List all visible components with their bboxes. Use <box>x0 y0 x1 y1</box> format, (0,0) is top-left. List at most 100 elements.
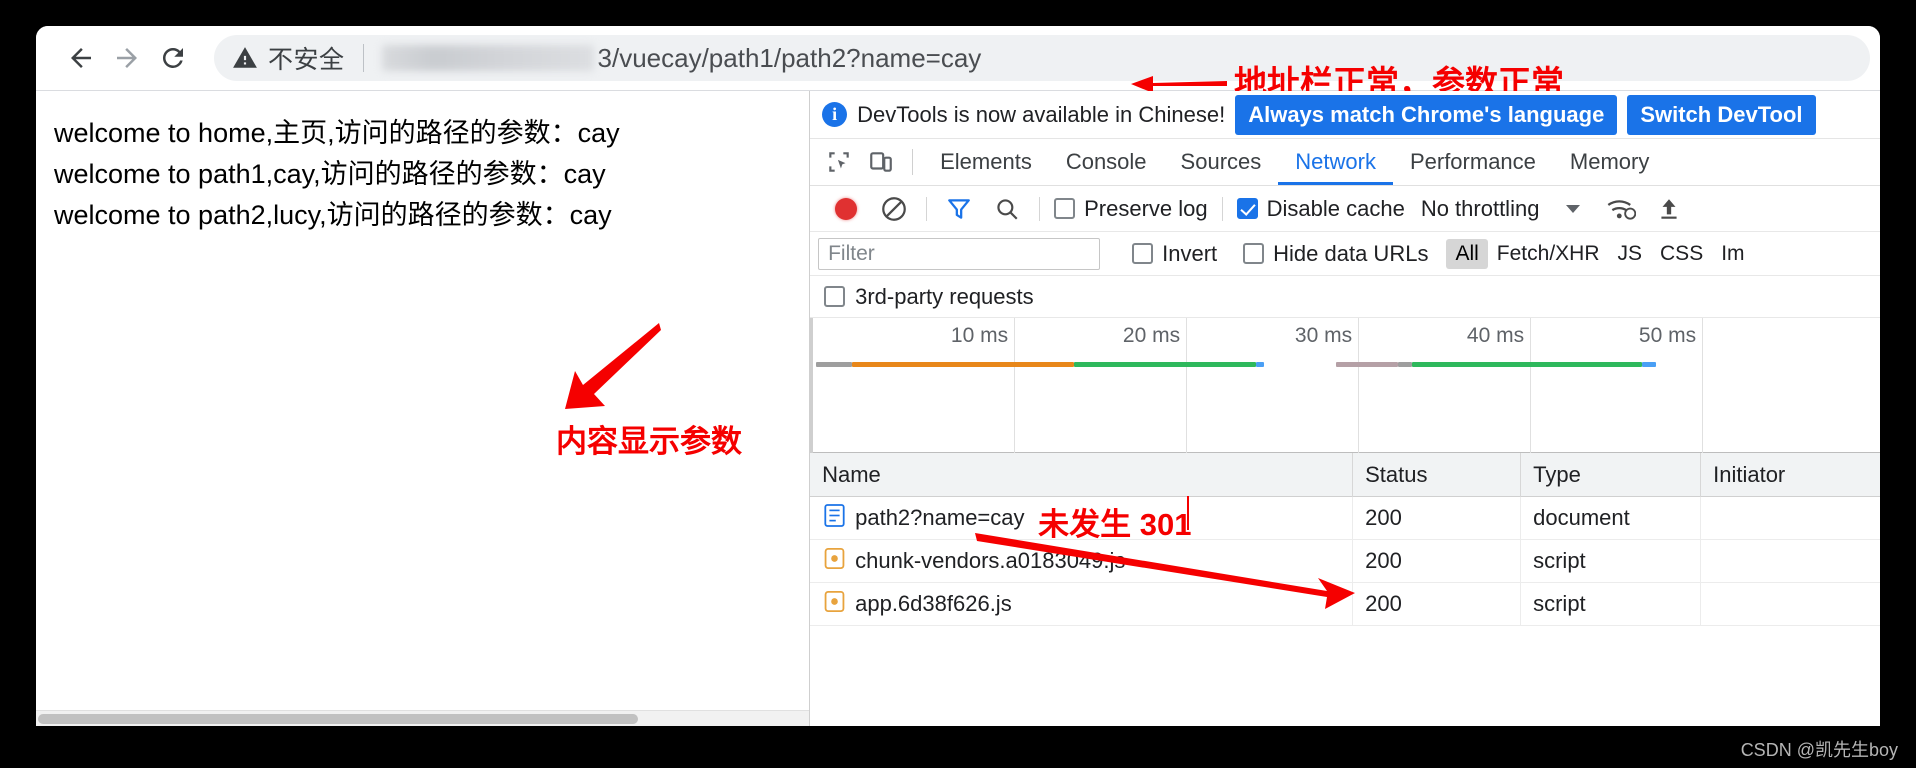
forward-arrow-icon <box>117 48 137 68</box>
timeline-bar-segment <box>816 362 853 367</box>
timeline-tick-10ms: 10 ms <box>810 318 1016 453</box>
script-icon <box>824 590 845 619</box>
reload-button[interactable] <box>150 35 196 81</box>
banner-message: DevTools is now available in Chinese! <box>857 101 1226 127</box>
inspect-element-button[interactable] <box>818 142 860 182</box>
page-text-line-2: welcome to path1,cay,访问的路径的参数：cay <box>54 159 606 189</box>
annotation-content-note: 内容显示参数 <box>556 424 742 459</box>
rendered-page: welcome to home,主页,访问的路径的参数：cay welcome … <box>36 91 811 726</box>
clear-network-log-button[interactable] <box>870 186 918 232</box>
omnibox-divider <box>362 44 364 72</box>
column-header-status[interactable]: Status <box>1353 452 1522 497</box>
hide-data-urls-box <box>1243 243 1265 264</box>
preserve-log-box <box>1054 198 1076 219</box>
filter-type-js[interactable]: JS <box>1609 239 1652 269</box>
request-type-cell: script <box>1521 582 1702 626</box>
address-bar[interactable]: 不安全 3/vuecay/path1/path2?name=cay <box>214 35 1870 81</box>
tab-sources[interactable]: Sources <box>1164 139 1279 185</box>
column-header-type[interactable]: Type <box>1521 452 1702 497</box>
tabbar-divider <box>912 149 914 175</box>
devtools-tabbar: Elements Console Sources Network Perform… <box>810 139 1880 186</box>
filter-toggle-button[interactable] <box>935 186 983 232</box>
network-overview-timeline[interactable]: 10 ms 20 ms 30 ms 40 ms 50 ms <box>810 318 1880 453</box>
annotation-text-caret <box>1187 496 1190 530</box>
request-name-label: path2?name=cay <box>855 505 1025 530</box>
timeline-bar-segment <box>1398 362 1413 367</box>
filter-type-all[interactable]: All <box>1446 238 1488 269</box>
toolbar-divider-2 <box>1039 196 1041 221</box>
browser-content: welcome to home,主页,访问的路径的参数：cay welcome … <box>36 90 1880 726</box>
third-party-label: 3rd-party requests <box>855 283 1034 309</box>
import-har-icon <box>1661 198 1678 219</box>
timeline-bar-segment <box>1412 362 1643 367</box>
filter-type-img[interactable]: Im <box>1712 239 1753 269</box>
filter-type-fetch-xhr[interactable]: Fetch/XHR <box>1488 239 1609 269</box>
network-filter-row: Filter Invert Hide data URLs All Fetch/X… <box>810 232 1880 276</box>
url-display: 3/vuecay/path1/path2?name=cay <box>381 42 982 74</box>
url-path-text: 3/vuecay/path1/path2?name=cay <box>597 42 982 73</box>
screenshot-root: 不安全 3/vuecay/path1/path2?name=cay 地址栏正常，… <box>0 0 1916 768</box>
third-party-box <box>824 286 846 307</box>
chevron-down-icon <box>1566 204 1581 213</box>
forward-button[interactable] <box>104 35 150 81</box>
request-type-cell: document <box>1521 496 1702 540</box>
import-har-button[interactable] <box>1645 186 1693 232</box>
browser-toolbar: 不安全 3/vuecay/path1/path2?name=cay 地址栏正常，… <box>36 26 1880 101</box>
annotation-arrow-status <box>975 533 1356 609</box>
hide-data-urls-checkbox[interactable]: Hide data URLs <box>1237 241 1434 267</box>
hide-data-urls-label: Hide data URLs <box>1273 240 1429 266</box>
table-header-row: Name Status Type Initiator <box>810 452 1880 497</box>
third-party-requests-row[interactable]: 3rd-party requests <box>810 276 1880 318</box>
reload-icon <box>162 47 183 68</box>
column-header-name[interactable]: Name <box>810 452 1354 497</box>
annotation-arrow-content <box>565 323 661 409</box>
filter-type-css[interactable]: CSS <box>1651 239 1712 269</box>
page-text-line-3: welcome to path2,lucy,访问的路径的参数：cay <box>54 200 612 230</box>
tab-performance[interactable]: Performance <box>1393 139 1553 185</box>
timeline-bar-segment <box>1642 362 1657 367</box>
preserve-log-checkbox[interactable]: Preserve log <box>1048 196 1214 222</box>
back-button[interactable] <box>58 35 104 81</box>
back-arrow-icon <box>71 48 91 68</box>
browser-window: 不安全 3/vuecay/path1/path2?name=cay 地址栏正常，… <box>36 26 1880 726</box>
tab-memory[interactable]: Memory <box>1553 139 1666 185</box>
throttling-select[interactable]: No throttling <box>1411 196 1550 222</box>
column-header-initiator[interactable]: Initiator <box>1701 453 1880 497</box>
devtools-language-banner: i DevTools is now available in Chinese! … <box>810 91 1880 139</box>
device-toolbar-button[interactable] <box>860 142 902 182</box>
switch-devtools-language-button[interactable]: Switch DevTool <box>1627 94 1816 135</box>
network-conditions-icon <box>1608 199 1637 220</box>
request-initiator-cell <box>1701 540 1880 583</box>
network-conditions-button[interactable] <box>1597 186 1645 232</box>
record-button[interactable] <box>822 186 870 232</box>
timeline-bar-segment <box>1074 362 1257 367</box>
request-status-cell: 200 <box>1353 539 1522 583</box>
page-text-line-1: welcome to home,主页,访问的路径的参数：cay <box>54 118 620 148</box>
timeline-tick-30ms: 30 ms <box>1187 318 1360 453</box>
timeline-bar-segment <box>1336 362 1399 367</box>
timeline-bar-segment <box>852 362 1075 367</box>
tab-elements[interactable]: Elements <box>923 139 1049 185</box>
search-button[interactable] <box>983 186 1031 232</box>
throttling-dropdown-button[interactable] <box>1549 186 1597 232</box>
timeline-tick-40ms: 40 ms <box>1359 318 1532 453</box>
url-redacted-host <box>381 45 594 71</box>
inspect-element-icon <box>829 152 849 172</box>
always-match-language-button[interactable]: Always match Chrome's language <box>1235 94 1618 135</box>
document-icon <box>824 503 845 533</box>
filter-input[interactable]: Filter <box>818 237 1101 270</box>
tab-network[interactable]: Network <box>1278 139 1393 185</box>
warning-triangle-icon <box>232 45 258 71</box>
info-icon: i <box>822 102 848 127</box>
tab-console[interactable]: Console <box>1049 139 1164 185</box>
request-initiator-cell <box>1701 583 1880 626</box>
device-toolbar-icon <box>870 152 892 172</box>
page-horizontal-scrollbar[interactable] <box>36 710 810 726</box>
script-icon <box>824 547 845 576</box>
disable-cache-checkbox[interactable]: Disable cache <box>1231 196 1411 222</box>
invert-checkbox[interactable]: Invert <box>1126 241 1223 267</box>
security-status-label: 不安全 <box>268 46 345 74</box>
search-icon <box>997 198 1018 220</box>
disable-cache-label: Disable cache <box>1266 195 1405 221</box>
disable-cache-box <box>1236 198 1258 219</box>
